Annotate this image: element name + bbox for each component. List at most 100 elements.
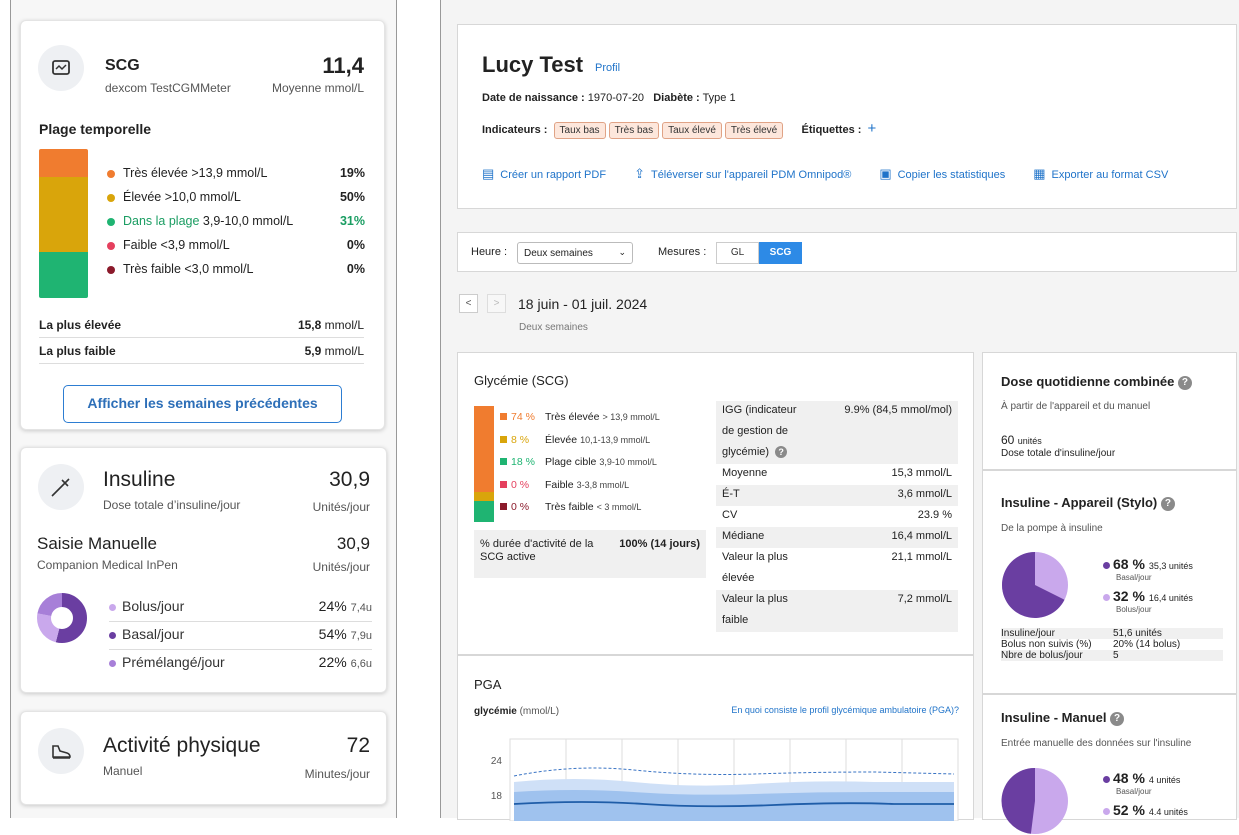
activity-card: Activité physique Manuel 72 Minutes/jour — [20, 711, 387, 805]
stat-value: 9.9% (84,5 mmol/mol) — [844, 404, 952, 416]
lowest-label: La plus faible — [39, 344, 116, 358]
glycemia-range-row: 8 % Élevée 10,1-13,9 mmol/L — [500, 434, 730, 457]
glycemia-range-square — [500, 435, 507, 443]
glycemia-range-detail: 3-3,8 mmol/L — [576, 479, 630, 490]
measure-option-scg[interactable]: SCG — [759, 242, 802, 264]
activity-title: Activité physique — [103, 734, 261, 757]
stat-label: faible — [722, 614, 749, 626]
help-icon[interactable]: ? — [775, 446, 788, 459]
range-dot — [107, 169, 115, 178]
glycemia-stats-table: IGG (indicateur 9.9% (84,5 mmol/mol) de ge… — [716, 401, 958, 633]
stat-value: 21,1 mmol/L — [891, 551, 952, 563]
indicator-tag[interactable]: Très bas — [608, 122, 660, 139]
glycemia-range-detail: 3,9-10 mmol/L — [599, 457, 657, 467]
insulin-item-value: 22% 6,6u — [318, 654, 372, 670]
manual-bolus: 52 % 4.4 unités — [1103, 802, 1188, 818]
device-row-label: Bolus non suivis (%) — [1001, 639, 1092, 650]
action-csv[interactable]: ▦ Exporter au format CSV — [1033, 166, 1168, 181]
stat-label: élevée — [722, 572, 755, 584]
insulin-unit: Unités/jour — [312, 500, 370, 514]
previous-weeks-button[interactable]: Afficher les semaines précédentes — [63, 385, 342, 423]
glycemia-range-bar — [474, 406, 494, 522]
time-select[interactable]: Deux semaines ⌄ — [517, 242, 633, 264]
device-insulin-panel: Insuline - Appareil (Stylo) ? De la pomp… — [982, 470, 1237, 694]
pga-tick-24: 24 — [491, 756, 503, 767]
range-dot — [107, 193, 115, 202]
stat-label: Moyenne — [722, 467, 768, 479]
period-range: 18 juin - 01 juil. 2024 — [518, 296, 648, 312]
glycemia-range-row: 18 % Plage cible 3,9-10 mmol/L — [500, 456, 730, 479]
scg-activity-value: 100% (14 jours) — [619, 538, 700, 550]
device-row-label: Insuline/jour — [1001, 628, 1055, 639]
insulin-value: 30,9 — [329, 468, 370, 491]
insulin-item-label: Basal/jour — [122, 626, 185, 642]
range-threshold: <3,0 mmol/L — [184, 262, 254, 276]
insulin-item-dot — [109, 659, 116, 667]
cgm-icon-circle — [38, 45, 84, 91]
device-table-row: Nbre de bolus/jour 5 — [1001, 650, 1223, 661]
device-row-label: Nbre de bolus/jour — [1001, 650, 1083, 661]
stat-row: Médiane 16,4 mmol/L — [716, 527, 958, 548]
action-pdf[interactable]: ▤ Créer un rapport PDF — [482, 166, 606, 181]
indicator-tag[interactable]: Taux élevé — [662, 122, 722, 139]
range-list: Très élevée >13,9 mmol/L 19% Élevée >10,0 … — [107, 166, 365, 286]
glycemia-range-pct: 74 % — [511, 411, 535, 423]
pen-icon-circle — [38, 464, 84, 510]
range-pct: 19% — [339, 166, 365, 180]
add-tag-button[interactable]: + — [868, 120, 877, 137]
pga-help-link[interactable]: En quoi consiste le profil glycémique am… — [731, 705, 959, 715]
stat-row: É-T 3,6 mmol/L — [716, 485, 958, 506]
range-dot — [107, 217, 115, 226]
stat-row: Valeur la plus 7,2 mmol/L — [716, 590, 958, 611]
glycemia-range-square — [500, 458, 507, 465]
insulin-card: Insuline Dose totale d’insuline/jour 30,… — [20, 447, 387, 693]
glycemia-range-label: Plage cible — [545, 456, 597, 468]
help-icon[interactable]: ? — [1177, 375, 1192, 390]
stat-label: glycémie) — [722, 446, 770, 458]
lowest-value: 5,9 mmol/L — [304, 344, 364, 358]
stat-row: Valeur la plus 21,1 mmol/L — [716, 548, 958, 569]
help-icon[interactable]: ? — [1160, 496, 1175, 511]
glycemia-range-pct: 0 % — [511, 501, 530, 513]
stat-value: 16,4 mmol/L — [891, 530, 952, 542]
manual-insulin-panel: Insuline - Manuel ? Entrée manuelle des … — [982, 694, 1237, 834]
stat-row: de gestion de — [716, 422, 958, 443]
stat-row: glycémie)? — [716, 443, 958, 464]
measures-label: Mesures : — [658, 246, 707, 258]
daily-dose-caption: Dose totale d'insuline/jour — [1001, 448, 1116, 459]
stat-label: de gestion de — [722, 425, 789, 437]
measure-option-gl[interactable]: GL — [716, 242, 759, 264]
scg-title: SCG — [105, 57, 140, 74]
indicator-tag[interactable]: Très élevé — [724, 122, 784, 139]
action-clipboard[interactable]: ▣ Copier les statistiques — [879, 166, 1005, 181]
device-row-value: 20% (14 bolus) — [1113, 639, 1181, 650]
insulin-item-dot — [109, 631, 116, 639]
range-label: Dans la plage — [123, 214, 203, 228]
glycemia-panel: Glycémie (SCG) 74 % Très élevée > 13,9 mmo… — [457, 352, 974, 655]
help-icon[interactable]: ? — [1110, 711, 1125, 726]
range-dot — [107, 241, 115, 250]
indicator-tag[interactable]: Taux bas — [553, 122, 606, 139]
glycemia-range-detail: > 13,9 mmol/L — [602, 412, 660, 422]
manual-title: Saisie Manuelle — [37, 534, 158, 553]
manual-basal-label: Basal/jour — [1116, 787, 1152, 796]
next-period-button[interactable]: > — [487, 294, 506, 313]
range-label: Faible — [123, 238, 161, 252]
clipboard-icon: ▣ — [879, 166, 892, 181]
prev-period-button[interactable]: < — [459, 294, 478, 313]
glycemia-range-detail: 10,1-13,9 mmol/L — [580, 434, 651, 445]
insulin-item: Prémélangé/jour 22% 6,6u — [109, 650, 372, 678]
scg-activity-label: % durée d'activité de la SCG active — [480, 538, 594, 563]
stat-row: faible — [716, 611, 958, 632]
cgm-sensor-icon — [52, 60, 70, 75]
chevron-down-icon: ⌄ — [618, 247, 626, 257]
action-upload[interactable]: ⇪ Téléverser sur l'appareil PDM Omnipod® — [634, 166, 851, 181]
device-insulin-title: Insuline - Appareil (Stylo) ? — [1001, 495, 1175, 511]
stat-label: Valeur la plus — [722, 593, 788, 605]
time-in-range-bar — [39, 149, 88, 298]
stat-row: CV 23.9 % — [716, 506, 958, 527]
profile-link[interactable]: Profil — [595, 62, 620, 74]
patient-header: Lucy Test Profil Date de naissance : 197… — [457, 24, 1237, 209]
range-pct: 0% — [346, 262, 365, 276]
stat-value: 3,6 mmol/L — [897, 488, 952, 500]
